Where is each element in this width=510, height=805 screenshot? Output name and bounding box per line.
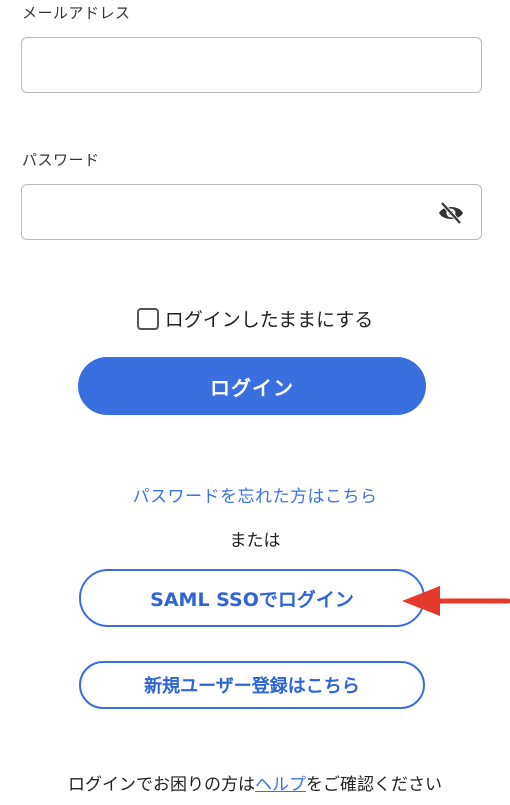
password-label: パスワード — [22, 151, 100, 169]
help-text: ログインでお困りの方はヘルプをご確認ください — [0, 770, 510, 795]
help-link[interactable]: ヘルプ — [255, 775, 306, 795]
help-prefix: ログインでお困りの方は — [68, 775, 255, 795]
eye-slash-icon[interactable] — [437, 200, 465, 226]
remember-me-row[interactable]: ログインしたままにする — [0, 305, 510, 332]
help-suffix: をご確認ください — [306, 775, 442, 795]
login-page: メールアドレス パスワード ログインしたままにする ログイン パスワードを忘れた… — [0, 0, 510, 805]
email-field[interactable] — [21, 37, 482, 93]
forgot-password-link[interactable]: パスワードを忘れた方はこちら — [0, 482, 510, 507]
password-field[interactable] — [21, 184, 482, 240]
remember-me-checkbox[interactable] — [136, 307, 159, 330]
or-divider-text: または — [229, 531, 281, 551]
arrow-left-icon — [402, 586, 510, 616]
saml-sso-login-button[interactable]: SAML SSOでログイン — [79, 569, 425, 627]
register-new-user-button[interactable]: 新規ユーザー登録はこちら — [79, 661, 425, 709]
email-label: メールアドレス — [22, 4, 131, 22]
login-button[interactable]: ログイン — [78, 357, 426, 415]
remember-me-label: ログインしたままにする — [164, 309, 374, 331]
